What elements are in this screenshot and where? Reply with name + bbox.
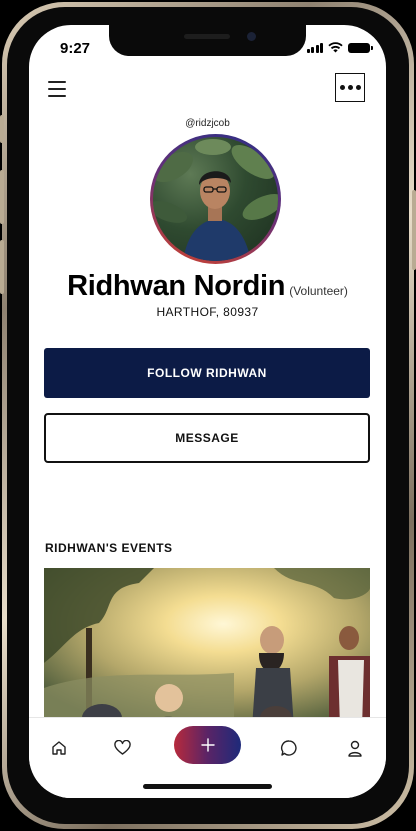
app-screen: 9:27 @ridzjcob Ridhwan Nordin (Volunteer… bbox=[29, 25, 386, 798]
signal-icon bbox=[306, 42, 323, 53]
dot-icon bbox=[339, 85, 345, 90]
notch bbox=[109, 25, 306, 56]
follow-button[interactable]: FOLLOW RIDHWAN bbox=[44, 348, 370, 398]
speaker bbox=[184, 34, 230, 39]
hamburger-menu-icon[interactable] bbox=[48, 81, 66, 97]
more-options-button[interactable] bbox=[335, 73, 365, 102]
volume-down-button bbox=[0, 240, 4, 294]
dot-icon bbox=[347, 85, 353, 90]
avatar-ring[interactable] bbox=[150, 134, 281, 264]
status-icons bbox=[306, 42, 373, 53]
profile-location: HARTHOF, 80937 bbox=[156, 305, 259, 319]
mute-switch bbox=[0, 115, 4, 143]
avatar bbox=[153, 137, 278, 261]
event-photo bbox=[44, 568, 370, 728]
events-section-title: RIDHWAN'S EVENTS bbox=[45, 541, 173, 555]
event-card[interactable] bbox=[44, 568, 370, 728]
plus-icon bbox=[200, 738, 215, 752]
profile-name: Ridhwan Nordin bbox=[67, 270, 286, 302]
create-button[interactable] bbox=[174, 726, 241, 764]
nav-profile[interactable] bbox=[343, 736, 367, 760]
battery-icon bbox=[348, 42, 373, 53]
front-camera bbox=[247, 32, 256, 41]
status-time: 9:27 bbox=[60, 40, 91, 57]
chat-icon bbox=[280, 740, 297, 756]
power-button bbox=[412, 190, 416, 270]
message-button[interactable]: MESSAGE bbox=[44, 413, 370, 463]
user-icon bbox=[348, 740, 362, 757]
home-icon bbox=[52, 741, 66, 755]
profile-handle: @ridzjcob bbox=[185, 118, 230, 129]
profile-role: (Volunteer) bbox=[289, 284, 348, 298]
nav-messages[interactable] bbox=[277, 736, 301, 760]
heart-icon bbox=[113, 740, 131, 755]
volume-up-button bbox=[0, 170, 4, 224]
wifi-icon bbox=[328, 42, 343, 53]
nav-home[interactable] bbox=[47, 736, 71, 760]
avatar-photo bbox=[153, 139, 278, 261]
dot-icon bbox=[355, 85, 361, 90]
nav-favorites[interactable] bbox=[110, 736, 134, 760]
home-indicator[interactable] bbox=[143, 784, 272, 789]
profile-name-row: Ridhwan Nordin (Volunteer) bbox=[29, 270, 386, 303]
